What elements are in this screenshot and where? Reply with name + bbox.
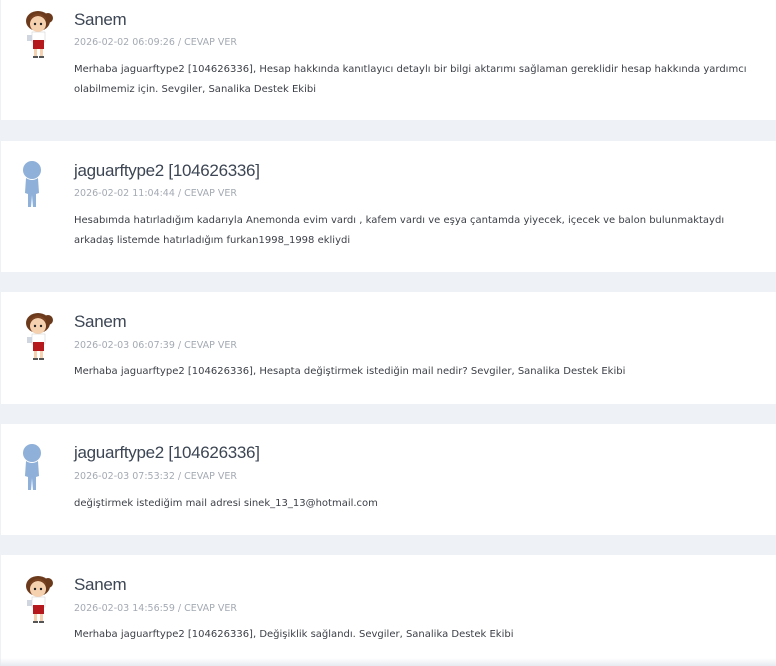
message-timestamp: 2026-02-03 07:53:32 (74, 471, 175, 482)
reply-link[interactable]: CEVAP VER (184, 188, 237, 199)
message-meta: 2026-02-03 14:56:59 / CEVAP VER (74, 603, 238, 614)
message-timestamp: 2026-02-03 06:07:39 (74, 340, 175, 351)
message-author: Sanem (74, 10, 127, 29)
reply-link[interactable]: CEVAP VER (184, 37, 237, 48)
reply-link[interactable]: CEVAP VER (184, 603, 237, 614)
message-author: jaguarftype2 [104626336] (74, 443, 260, 462)
message-timestamp: 2026-02-03 14:56:59 (74, 603, 175, 614)
default-user-silhouette-icon (21, 161, 57, 211)
message-text: Merhaba jaguarftype2 [104626336], Hesap … (74, 64, 747, 95)
message-author: Sanem (74, 575, 127, 594)
message-text: Hesabımda hatırladığım kadarıyla Anemond… (74, 215, 725, 246)
message-meta: 2026-02-03 06:07:39 / CEVAP VER (74, 340, 238, 351)
message-meta: 2026-02-02 06:09:26 / CEVAP VER (74, 37, 238, 48)
message-card: Sanem 2026-02-02 06:09:26 / CEVAP VER Me… (1, 0, 776, 120)
bottom-shadow (0, 658, 776, 666)
message-timestamp: 2026-02-02 11:04:44 (74, 188, 175, 199)
female-character-avatar-icon (21, 10, 57, 60)
message-card: jaguarftype2 [104626336] 2026-02-03 07:5… (1, 424, 776, 535)
message-timestamp: 2026-02-02 06:09:26 (74, 37, 175, 48)
message-text: Merhaba jaguarftype2 [104626336], Hesapt… (74, 366, 626, 377)
message-card: jaguarftype2 [104626336] 2026-02-02 11:0… (1, 141, 776, 272)
reply-link[interactable]: CEVAP VER (184, 471, 237, 482)
message-card: Sanem 2026-02-03 06:07:39 / CEVAP VER Me… (1, 292, 776, 404)
message-meta: 2026-02-03 07:53:32 / CEVAP VER (74, 471, 238, 482)
message-card: Sanem 2026-02-03 14:56:59 / CEVAP VER Me… (1, 555, 776, 666)
message-text: değiştirmek istediğim mail adresi sinek_… (74, 498, 378, 509)
reply-link[interactable]: CEVAP VER (184, 340, 237, 351)
message-author: jaguarftype2 [104626336] (74, 161, 260, 180)
message-text: Merhaba jaguarftype2 [104626336], Değişi… (74, 629, 514, 640)
message-author: Sanem (74, 312, 127, 331)
female-character-avatar-icon (21, 312, 57, 362)
message-meta: 2026-02-02 11:04:44 / CEVAP VER (74, 188, 238, 199)
default-user-silhouette-icon (21, 444, 57, 494)
female-character-avatar-icon (21, 575, 57, 625)
